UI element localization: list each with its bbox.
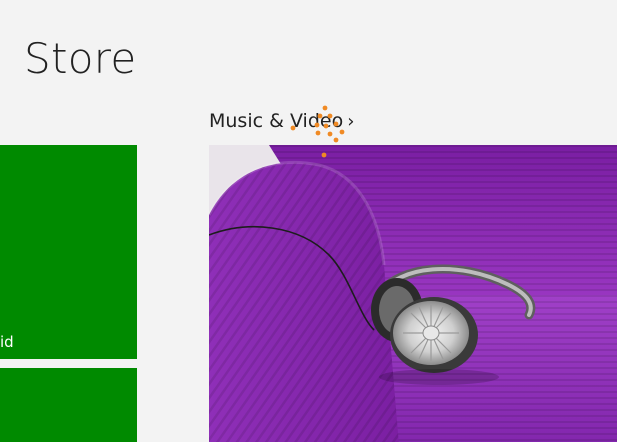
tile-label: id [0, 333, 14, 351]
app-tile-green[interactable]: id [0, 145, 137, 359]
store-start-page: Store id Music & Video › [0, 0, 617, 442]
app-tile-green-2[interactable] [0, 368, 137, 442]
page-title: Store [24, 34, 137, 83]
group-header-label: Music & Video [209, 110, 344, 132]
featured-music-video-tile[interactable] [209, 145, 617, 442]
chevron-right-icon: › [347, 111, 355, 132]
headphones-on-sofa-image [209, 145, 617, 442]
group-header-music-video[interactable]: Music & Video › [209, 110, 354, 132]
